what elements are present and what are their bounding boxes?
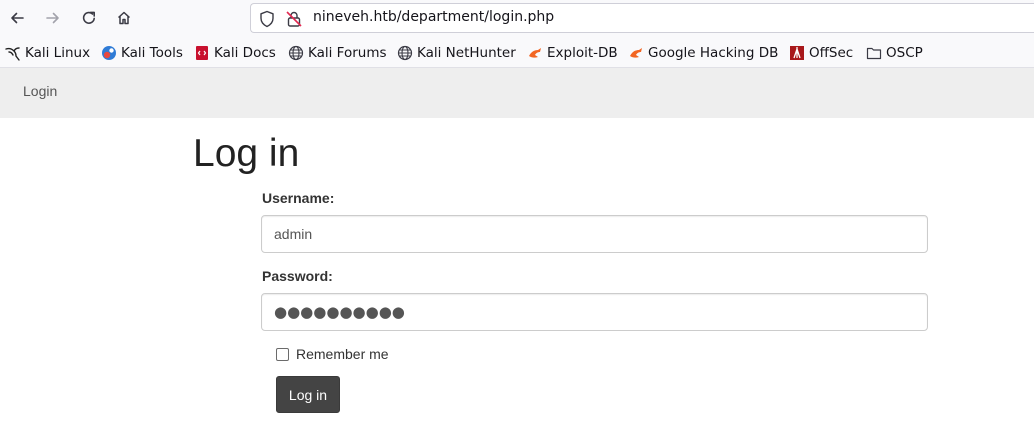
bookmark-label: Kali Linux (25, 45, 91, 61)
bookmark-kali-linux[interactable]: Kali Linux (5, 43, 90, 63)
bookmark-oscp-folder[interactable]: OSCP (866, 43, 923, 63)
home-icon (117, 11, 131, 25)
username-label: Username: (262, 190, 335, 206)
bookmark-label: Kali Docs (214, 45, 276, 61)
remember-me-checkbox[interactable] (276, 347, 289, 361)
back-button[interactable] (4, 5, 30, 31)
bookmark-kali-nethunter[interactable]: Kali NetHunter (397, 43, 516, 63)
page-title: Log in (193, 132, 300, 175)
insecure-lock-icon[interactable] (285, 10, 303, 28)
bookmark-kali-tools[interactable]: Kali Tools (101, 43, 183, 63)
bookmark-label: Kali Tools (121, 45, 183, 61)
kali-docs-icon (194, 45, 210, 61)
exploit-db-icon (628, 45, 644, 61)
folder-icon (866, 45, 882, 61)
tracking-shield-icon[interactable] (259, 10, 275, 28)
home-button[interactable] (111, 5, 137, 31)
bookmark-label: Kali Forums (308, 45, 387, 61)
password-masked-value: ●●●●●●●●●● (274, 303, 405, 321)
password-label: Password: (262, 268, 333, 284)
reload-button[interactable] (76, 5, 102, 31)
reload-icon (82, 11, 95, 24)
forward-arrow-icon (46, 12, 59, 24)
kali-tools-icon (101, 45, 117, 61)
bookmarks-bar: Kali Linux Kali Tools Kali Docs Kali For… (0, 38, 1034, 68)
globe-icon (397, 45, 413, 61)
bookmark-google-hacking-db[interactable]: Google Hacking DB (628, 43, 778, 63)
kali-dragon-icon (5, 45, 21, 61)
bookmark-label: OSCP (886, 45, 923, 61)
password-field[interactable]: ●●●●●●●●●● (261, 293, 928, 331)
back-arrow-icon (11, 12, 24, 24)
site-navbar: Login (0, 68, 1034, 118)
bookmark-exploit-db[interactable]: Exploit-DB (527, 43, 618, 63)
bookmark-label: Kali NetHunter (417, 45, 516, 61)
browser-toolbar: nineveh.htb/department/login.php (0, 0, 1034, 38)
bookmark-label: Exploit-DB (547, 45, 618, 61)
bookmark-offsec[interactable]: OffSec (789, 43, 853, 63)
exploit-db-icon (527, 45, 543, 61)
bookmark-label: OffSec (809, 45, 854, 61)
navbar-login-link[interactable]: Login (23, 83, 57, 99)
remember-me-row: Remember me (276, 346, 389, 362)
offsec-icon (789, 45, 805, 61)
remember-me-label[interactable]: Remember me (296, 346, 389, 362)
bookmark-kali-docs[interactable]: Kali Docs (194, 43, 276, 63)
address-bar[interactable]: nineveh.htb/department/login.php (250, 3, 1034, 33)
url-text[interactable]: nineveh.htb/department/login.php (313, 9, 554, 25)
login-button-label: Log in (288, 386, 328, 403)
forward-button[interactable] (40, 5, 66, 31)
bookmark-label: Google Hacking DB (648, 45, 779, 61)
bookmark-kali-forums[interactable]: Kali Forums (288, 43, 387, 63)
login-submit-button[interactable]: Log in (276, 376, 340, 413)
username-value: admin (274, 226, 313, 242)
username-field[interactable]: admin (261, 215, 928, 253)
globe-icon (288, 45, 304, 61)
